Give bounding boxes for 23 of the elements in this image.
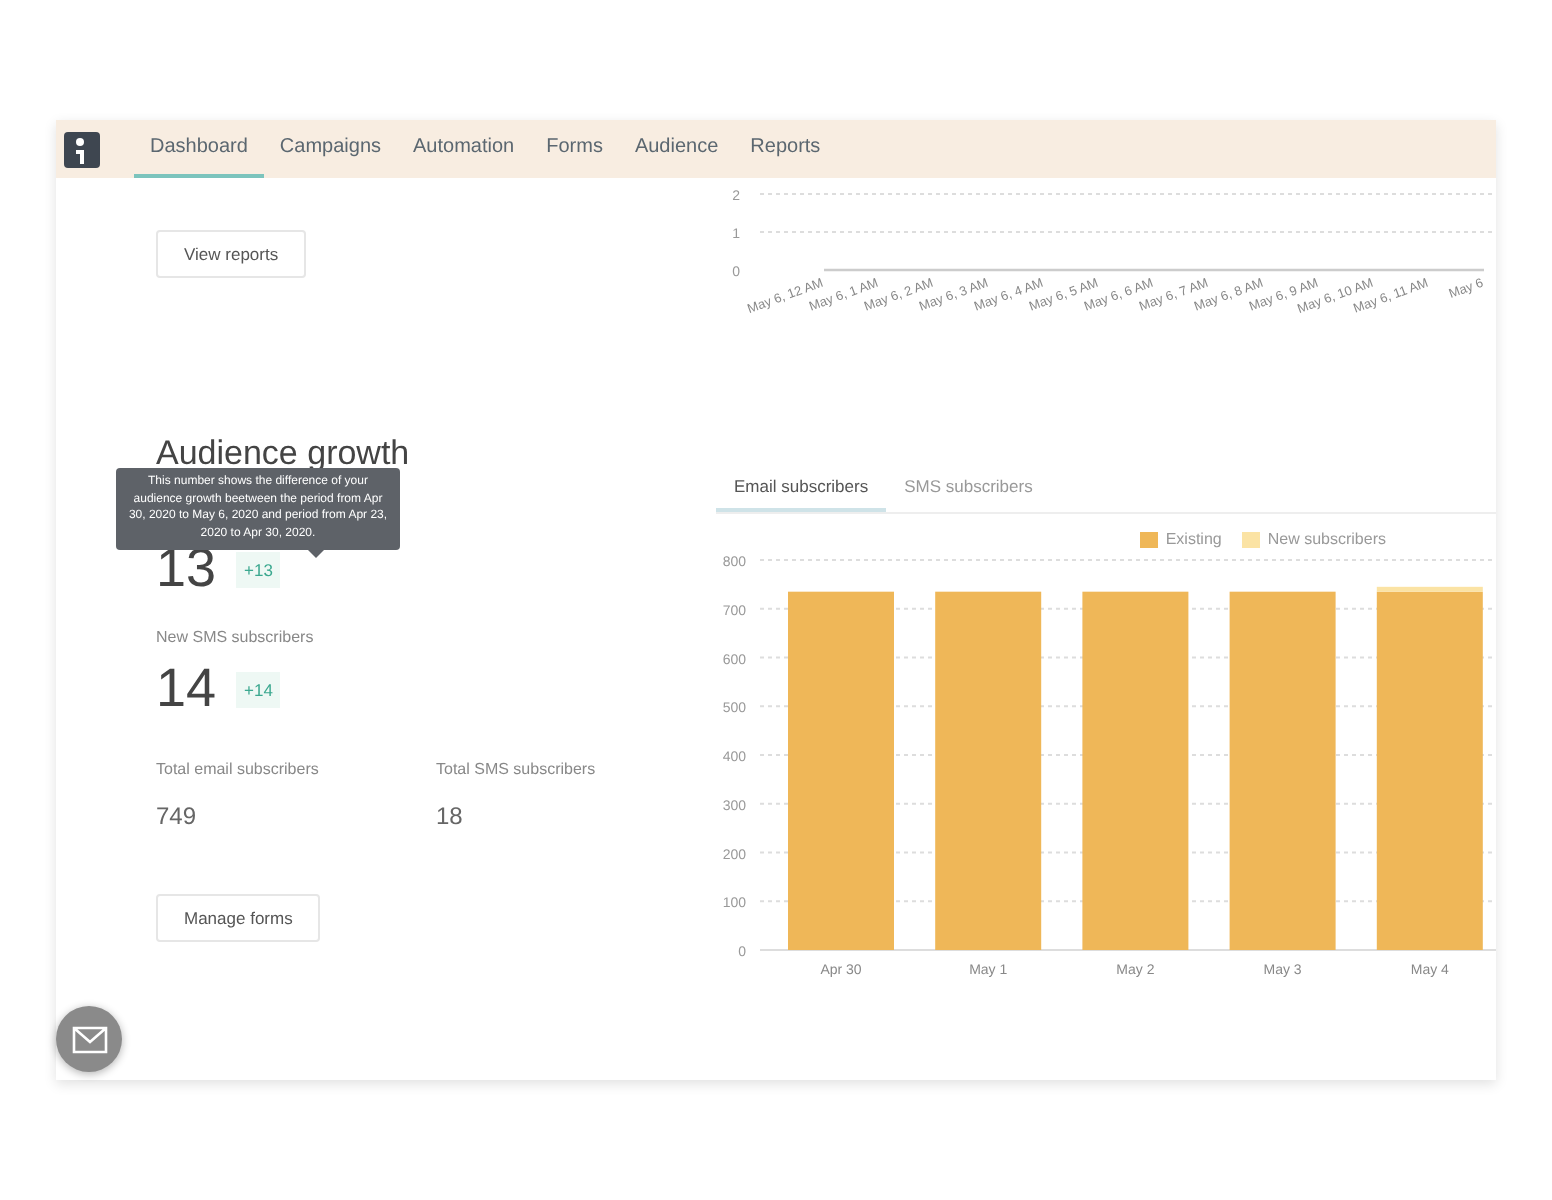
envelope-icon [71,1025,107,1053]
nav-tab[interactable]: Dashboard [134,120,264,178]
nav-tab[interactable]: Audience [618,120,735,178]
nav-tab[interactable]: Forms [530,120,619,178]
delta-badge: +13 [236,551,281,587]
stat-label: New SMS subscribers [156,628,316,646]
delta-badge: +14 [236,671,281,707]
section-heading: Audience growth [156,434,412,474]
nav-tab[interactable]: Campaigns [263,120,398,178]
total-value: 18 [436,802,465,830]
total-value: 749 [156,802,199,830]
chart-tab[interactable]: SMS subscribers [886,464,1051,512]
view-reports-button[interactable]: View reports [156,230,307,278]
manage-forms-button[interactable]: Manage forms [156,894,321,942]
nav-tab[interactable]: Automation [397,120,531,178]
logo-icon [64,132,100,168]
legend-label: Existing [1165,530,1222,548]
stat-value: 14 [156,658,217,720]
total-label: Total SMS subscribers [436,760,598,778]
nav-tab[interactable]: Reports [734,120,837,178]
legend-label: New subscribers [1267,530,1386,548]
total-label: Total email subscribers [156,760,321,778]
chart-tab[interactable]: Email subscribers [716,464,887,512]
